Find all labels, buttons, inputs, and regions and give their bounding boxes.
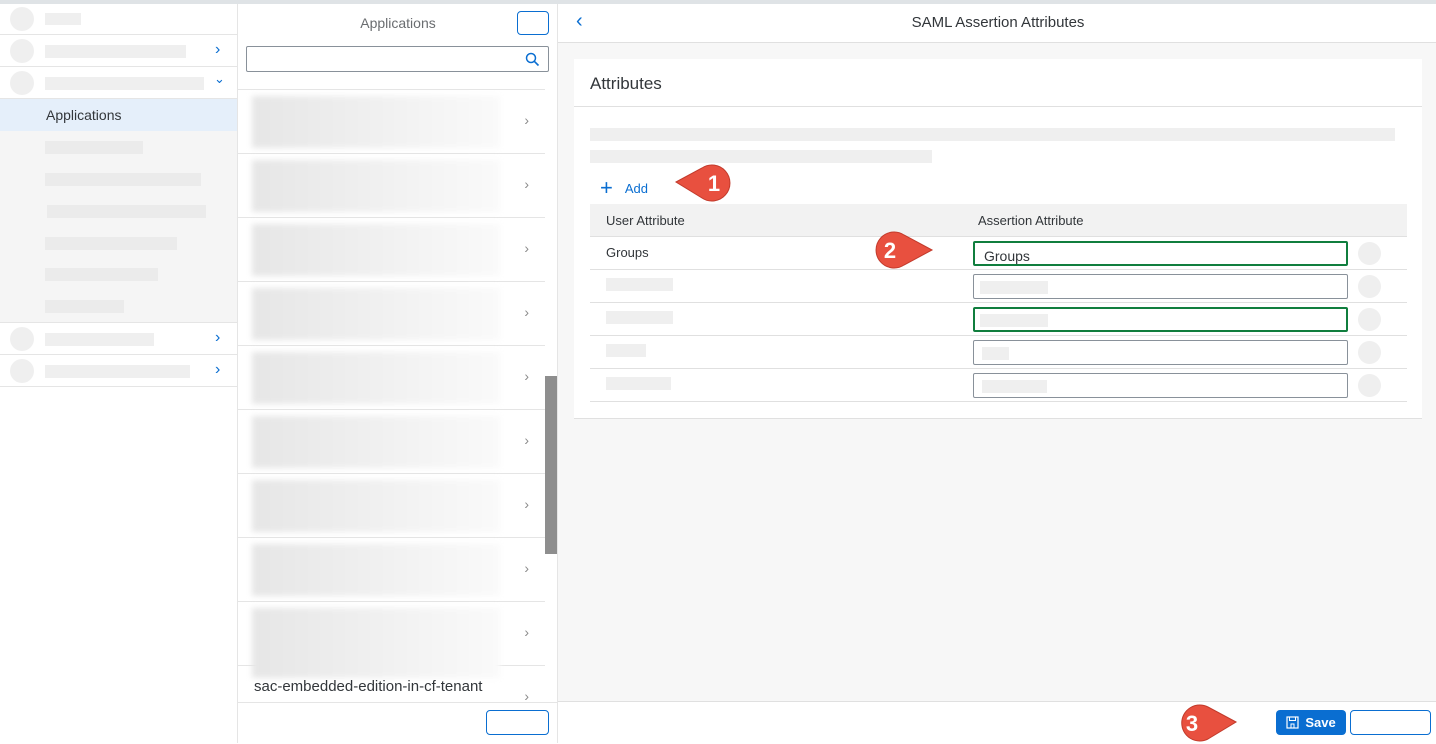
callout-badge-2: 2	[875, 231, 934, 269]
list-footer-button[interactable]	[486, 710, 549, 735]
sidebar-item[interactable]: ›	[0, 355, 237, 387]
table-row	[590, 270, 1407, 303]
list-item[interactable]: sac-embedded-edition-in-cf-tenant ›	[238, 666, 545, 704]
list-item[interactable]: ›	[238, 154, 545, 218]
svg-text:3: 3	[1186, 711, 1198, 736]
save-label: Save	[1305, 715, 1336, 730]
sidebar-item[interactable]	[0, 4, 237, 35]
scrollbar[interactable]	[545, 376, 557, 554]
column-header: Assertion Attribute	[978, 213, 1084, 228]
section-title: Attributes	[590, 74, 662, 93]
list-action-button[interactable]	[517, 11, 549, 35]
assertion-attribute-input[interactable]: Groups	[973, 241, 1348, 266]
row-action-button[interactable]	[1358, 275, 1381, 298]
search-input[interactable]	[246, 46, 549, 72]
table-header: User Attribute Assertion Attribute	[590, 204, 1407, 237]
list-item[interactable]: ›	[238, 602, 545, 678]
add-button[interactable]: + Add	[600, 175, 648, 200]
table-row	[590, 369, 1407, 402]
chevron-right-icon: ›	[215, 361, 221, 378]
save-button[interactable]: Save	[1276, 710, 1346, 735]
sidebar-item-expanded[interactable]: ⌄	[0, 67, 237, 99]
assertion-attribute-input[interactable]	[973, 373, 1348, 398]
sidebar-item-label: Applications	[46, 107, 122, 123]
table-row	[590, 303, 1407, 336]
callout-badge-3: 3	[1181, 704, 1238, 742]
cancel-button[interactable]	[1350, 710, 1431, 735]
list-item[interactable]: ›	[238, 218, 545, 282]
assertion-attribute-input[interactable]	[973, 307, 1348, 332]
chevron-right-icon: ›	[215, 329, 221, 346]
chevron-down-icon: ⌄	[214, 71, 225, 86]
add-label: Add	[624, 180, 648, 196]
page-title: SAML Assertion Attributes	[911, 14, 1085, 31]
row-action-button[interactable]	[1358, 374, 1381, 397]
callout-badge-1: 1	[674, 164, 731, 202]
list-item-title: sac-embedded-edition-in-cf-tenant	[254, 678, 483, 695]
list-item[interactable]: ›	[238, 538, 545, 602]
row-action-button[interactable]	[1358, 341, 1381, 364]
sidebar-item[interactable]: ›	[0, 323, 237, 355]
list-item[interactable]: ›	[238, 90, 545, 154]
chevron-right-icon: ›	[215, 41, 221, 58]
column-header: User Attribute	[606, 213, 685, 228]
svg-text:1: 1	[708, 171, 720, 196]
sidebar-item[interactable]: ›	[0, 35, 237, 67]
list-item[interactable]: ›	[238, 474, 545, 538]
list-item[interactable]: ›	[238, 346, 545, 410]
plus-icon: +	[600, 175, 613, 200]
row-action-button[interactable]	[1358, 242, 1381, 265]
table-row	[590, 336, 1407, 369]
sidebar-subitems	[0, 131, 237, 323]
assertion-attribute-input[interactable]	[973, 274, 1348, 299]
save-icon	[1286, 716, 1299, 729]
sidebar-item-applications[interactable]: Applications	[0, 99, 237, 131]
list-item[interactable]: ›	[238, 410, 545, 474]
assertion-attribute-input[interactable]	[973, 340, 1348, 365]
svg-text:2: 2	[884, 238, 896, 263]
list-title: Applications	[360, 15, 436, 31]
search-icon[interactable]	[525, 52, 540, 67]
list-item[interactable]: ›	[238, 282, 545, 346]
row-action-button[interactable]	[1358, 308, 1381, 331]
table-row: Groups Groups	[590, 237, 1407, 270]
user-attribute: Groups	[606, 245, 649, 260]
